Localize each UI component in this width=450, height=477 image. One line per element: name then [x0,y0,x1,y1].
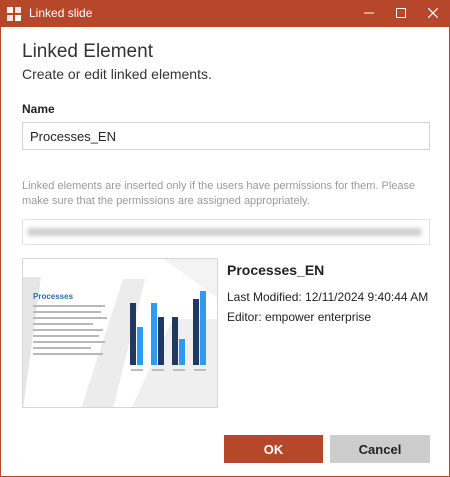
permissions-info-text: Linked elements are inserted only if the… [22,180,416,207]
cancel-button[interactable]: Cancel [330,435,430,463]
title-bar[interactable]: Linked slide [1,1,449,27]
slide-preview-thumbnail: Processes [22,258,218,408]
minimize-icon [364,5,374,23]
window-title: Linked slide [29,6,93,20]
name-label: Name [22,102,55,116]
maximize-icon [396,5,406,23]
dialog-heading: Linked Element [22,41,153,62]
blurred-path-text [27,228,422,236]
linked-document-name: Processes_EN [227,262,325,278]
ok-button[interactable]: OK [224,435,323,463]
close-icon [427,5,439,23]
slide-preview-title: Processes [33,292,74,301]
linked-path-field[interactable] [22,219,430,245]
slide-preview-image: Processes [23,259,217,407]
dialog-subheading: Create or edit linked elements. [22,66,212,82]
editor-text: Editor: empower enterprise [227,310,372,324]
linked-slide-dialog: Linked slide Linked Element Create or ed… [0,0,450,477]
maximize-button[interactable] [385,1,417,27]
name-input[interactable] [22,122,430,150]
linked-slide-icon [6,6,22,22]
last-modified-text: Last Modified: 12/11/2024 9:40:44 AM [227,290,429,304]
close-button[interactable] [417,1,449,27]
minimize-button[interactable] [353,1,385,27]
